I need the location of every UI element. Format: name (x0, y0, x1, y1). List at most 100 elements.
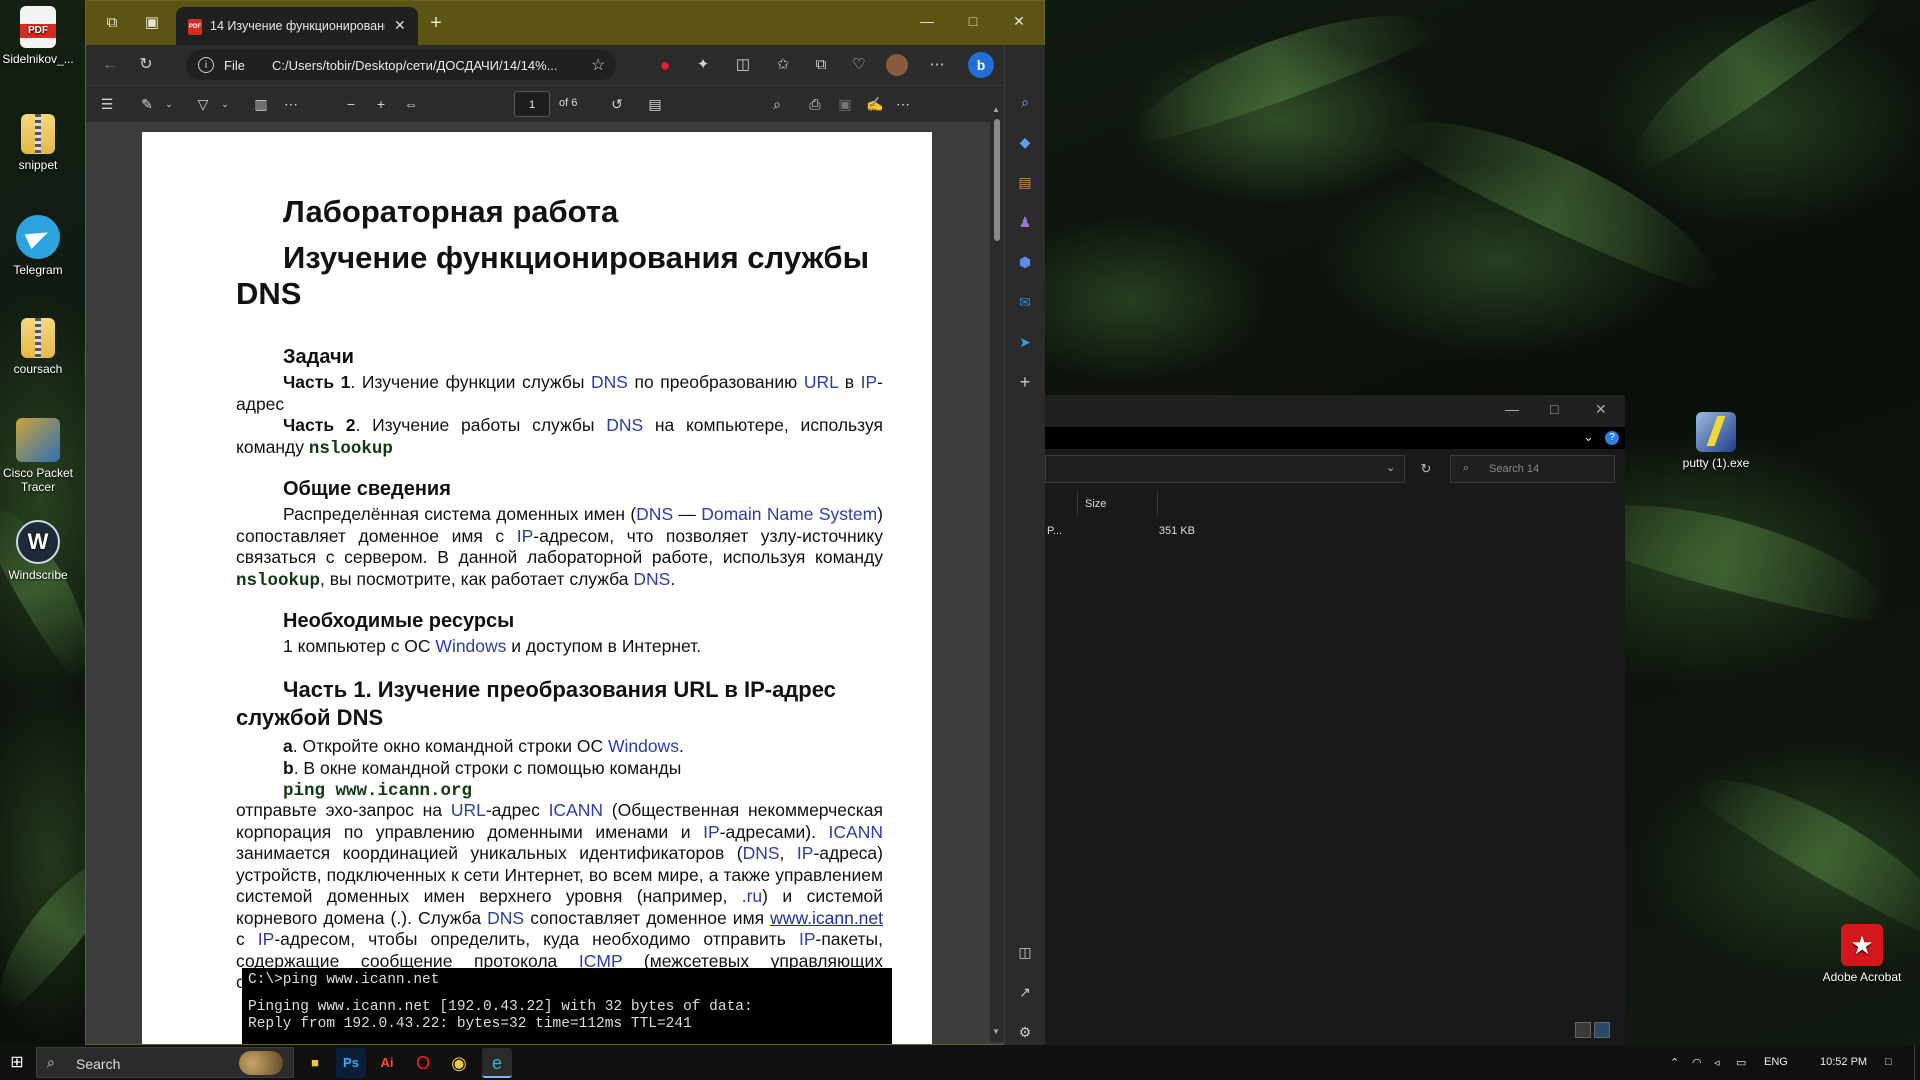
more-tools-icon[interactable]: ⋯ (280, 93, 302, 115)
pdf-scrollbar[interactable]: ▲ ▼ (990, 105, 1004, 1042)
zoom-in-icon[interactable]: + (370, 93, 392, 115)
address-toolbar: ← ↻ i File C:/Users/tobir/Desktop/сети/Д… (86, 45, 1044, 85)
speaker-icon[interactable]: ◃ (1714, 1056, 1720, 1069)
sidebar-panel-icon[interactable]: ◫ (1014, 941, 1036, 963)
view-toggle[interactable] (1575, 1022, 1615, 1040)
scroll-thumb[interactable] (994, 119, 1000, 241)
browser-tab[interactable]: PDF 14 Изучение функционирования службы … (176, 7, 418, 45)
opera-icon[interactable]: O (408, 1048, 438, 1078)
scroll-up-icon[interactable]: ▲ (992, 105, 1000, 114)
desktop-icon-cisco[interactable]: Cisco Packet Tracer (0, 418, 76, 494)
close-button[interactable]: ✕ (996, 1, 1042, 41)
column-size[interactable]: Size (1085, 498, 1106, 510)
games-icon[interactable]: ♟ (1014, 211, 1036, 233)
chevron-down-icon[interactable]: ⌄ (158, 93, 180, 115)
network-icon[interactable]: ◠ (1692, 1056, 1702, 1069)
taskbar-search-input[interactable]: ⌕ Search (36, 1047, 294, 1078)
page-number-input[interactable]: 1 (514, 91, 550, 117)
favorite-star-icon[interactable]: ☆ (591, 55, 605, 75)
desktop-icon-telegram[interactable]: Telegram (0, 215, 76, 277)
file-explorer-icon[interactable]: ■ (300, 1048, 330, 1078)
rotate-icon[interactable]: ↺ (606, 93, 628, 115)
zoom-out-icon[interactable]: − (340, 93, 362, 115)
extensions-icon[interactable]: ✦ (692, 54, 714, 76)
collections-icon[interactable]: ⧉ (810, 54, 832, 76)
profile-avatar[interactable] (886, 54, 908, 76)
page-view-icon[interactable]: ▤ (644, 93, 666, 115)
edge-icon[interactable]: e (482, 1048, 512, 1078)
microsoft-365-icon[interactable]: ⬢ (1014, 251, 1036, 273)
desktop-icon-snippet[interactable]: snippet (0, 114, 76, 172)
desktop-icon-putty[interactable]: putty (1).exe (1672, 412, 1760, 470)
pdf-viewport[interactable]: Лабораторная работа Изучение функциониро… (86, 122, 1026, 1044)
file-row[interactable]: P... 351 KB (1045, 521, 1615, 541)
desktop-icon-acrobat[interactable]: ★ Adobe Acrobat (1822, 924, 1902, 984)
split-screen-icon[interactable]: ◫ (732, 54, 754, 76)
drop-icon[interactable]: ➤ (1014, 331, 1036, 353)
gear-icon[interactable]: ⚙ (1014, 1021, 1036, 1043)
chevron-up-icon[interactable]: ⌃ (1670, 1056, 1679, 1069)
open-external-icon[interactable]: ↗ (1014, 981, 1036, 1003)
close-tab-icon[interactable]: ✕ (394, 17, 406, 34)
column-separator[interactable] (1077, 491, 1078, 515)
print-icon[interactable]: ⎙ (804, 93, 826, 115)
add-sidebar-app-icon[interactable]: + (1014, 371, 1036, 393)
maximize-button[interactable]: □ (1550, 401, 1558, 417)
icann-link[interactable]: www.icann.net (770, 908, 883, 928)
show-desktop-button[interactable] (1914, 1045, 1920, 1080)
save-icon[interactable]: ▣ (834, 93, 856, 115)
fit-to-width-icon[interactable]: ⇔ (400, 93, 422, 115)
minimize-button[interactable]: — (904, 1, 950, 41)
search-icon[interactable]: ⌕ (1014, 91, 1036, 113)
browser-essentials-icon[interactable]: ♡ (848, 54, 870, 76)
chrome-icon[interactable]: ◉ (444, 1048, 474, 1078)
favorites-icon[interactable]: ✩ (772, 54, 794, 76)
illustrator-icon[interactable]: Ai (372, 1048, 402, 1078)
chevron-down-icon[interactable]: ⌄ (1386, 461, 1395, 474)
search-icon[interactable]: ⌕ (766, 93, 788, 115)
explorer-address-bar[interactable]: ⌄ (1045, 455, 1405, 483)
column-separator[interactable] (1157, 491, 1158, 515)
workspaces-icon[interactable]: ⧉ (100, 11, 124, 35)
explorer-titlebar: — □ ✕ (1045, 395, 1625, 427)
details-view-icon[interactable] (1575, 1022, 1591, 1038)
explorer-search-input[interactable]: ⌕ Search 14 (1450, 455, 1615, 483)
tiles-view-icon[interactable] (1594, 1022, 1610, 1038)
add-text-icon[interactable]: ▥ (250, 93, 272, 115)
draw-icon[interactable]: ▽ (192, 93, 214, 115)
desktop-icon-sidelnikov[interactable]: PDF Sidelnikov_... (0, 6, 76, 66)
desktop-icon-windscribe[interactable]: W Windscribe (0, 520, 76, 582)
windows-start-icon[interactable]: ⊞ (0, 1045, 34, 1080)
save-as-icon[interactable]: ✍ (864, 93, 886, 115)
expand-ribbon-icon[interactable]: ⌄ (1583, 429, 1594, 445)
notifications-icon[interactable]: □ (1885, 1056, 1892, 1068)
help-icon[interactable]: ? (1605, 431, 1619, 445)
new-tab-button[interactable]: + (424, 11, 448, 35)
more-menu-icon[interactable]: ⋯ (926, 54, 948, 76)
opera-extension-icon[interactable]: ● (654, 54, 676, 76)
highlight-icon[interactable]: ✎ (136, 93, 158, 115)
more-options-icon[interactable]: ⋯ (892, 93, 914, 115)
clock[interactable]: 10:52 PM (1820, 1056, 1867, 1068)
tools-icon[interactable]: ▤ (1014, 171, 1036, 193)
scroll-down-icon[interactable]: ▼ (992, 1027, 1000, 1036)
back-button[interactable]: ← (98, 53, 122, 77)
maximize-button[interactable]: □ (950, 1, 996, 41)
tab-actions-icon[interactable]: ▣ (140, 11, 164, 35)
close-button[interactable]: ✕ (1595, 401, 1607, 418)
photoshop-icon[interactable]: Ps (336, 1048, 366, 1078)
battery-icon[interactable]: ▭ (1736, 1056, 1746, 1069)
bing-copilot-icon[interactable]: b (968, 52, 994, 78)
desktop-icon-coursach[interactable]: coursach (0, 318, 76, 376)
refresh-button[interactable]: ↻ (1415, 455, 1437, 483)
contents-icon[interactable]: ☰ (96, 93, 118, 115)
outlook-icon[interactable]: ✉ (1014, 291, 1036, 313)
shopping-tag-icon[interactable]: ◆ (1014, 131, 1036, 153)
minimize-button[interactable]: — (1505, 401, 1519, 417)
folder-zip-icon (21, 114, 55, 154)
info-icon[interactable]: i (198, 57, 214, 73)
url-bar[interactable]: i File C:/Users/tobir/Desktop/сети/ДОСДА… (186, 50, 616, 80)
language-indicator[interactable]: ENG (1764, 1056, 1788, 1068)
chevron-down-icon[interactable]: ⌄ (214, 93, 236, 115)
refresh-button[interactable]: ↻ (134, 53, 158, 77)
